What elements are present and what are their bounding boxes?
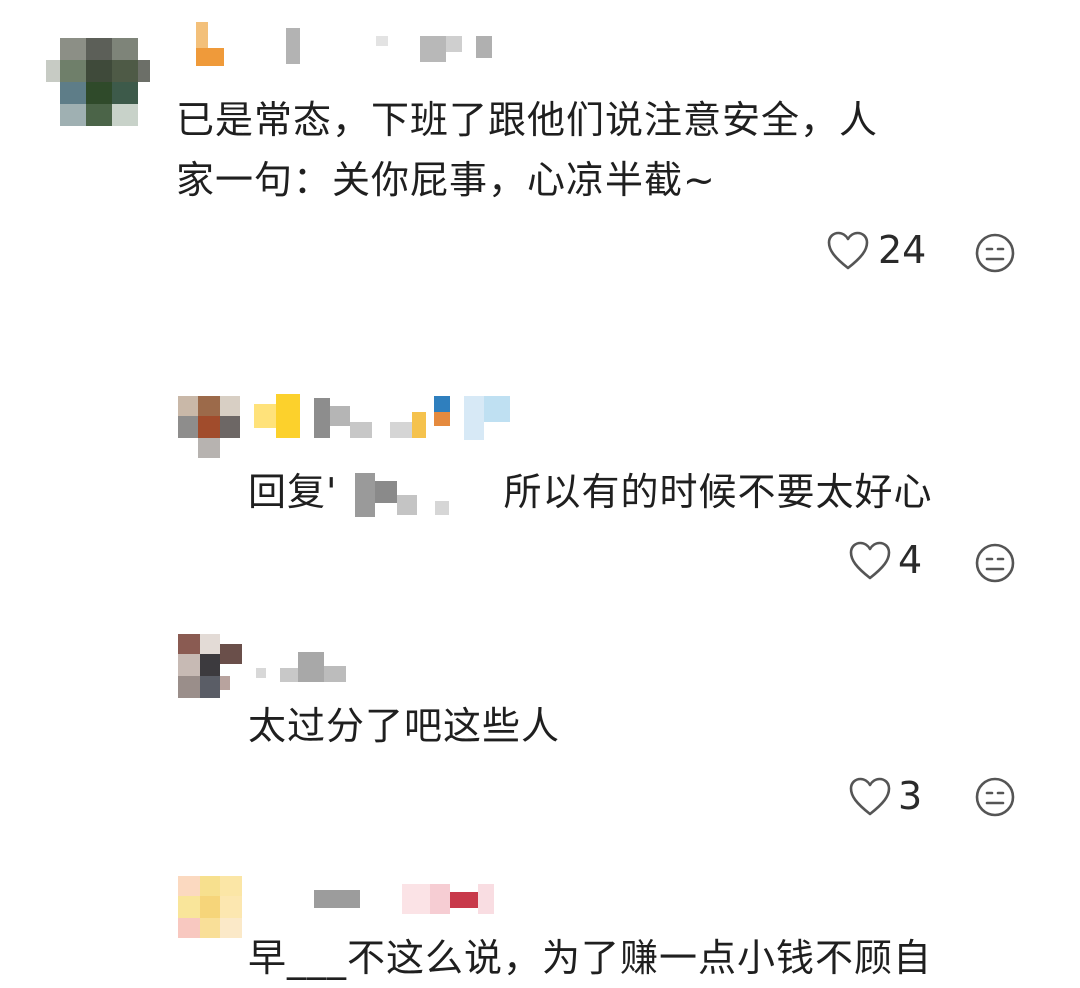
heart-outline-icon[interactable] bbox=[848, 540, 892, 582]
avatar[interactable] bbox=[178, 876, 242, 938]
heart-outline-icon[interactable] bbox=[848, 776, 892, 818]
comment-text-line-2: 家一句：关你屁事，心凉半截~ bbox=[176, 158, 716, 202]
avatar[interactable] bbox=[178, 634, 242, 698]
comment-text: 太过分了吧这些人 bbox=[248, 704, 561, 748]
like-count: 4 bbox=[898, 538, 923, 582]
avatar[interactable] bbox=[178, 396, 240, 458]
username[interactable] bbox=[190, 20, 510, 70]
heart-outline-icon[interactable] bbox=[826, 230, 870, 272]
like-count: 24 bbox=[878, 228, 927, 272]
expressionless-face-icon[interactable] bbox=[974, 776, 1016, 818]
username[interactable] bbox=[312, 880, 502, 920]
mentioned-username[interactable] bbox=[355, 472, 473, 517]
reply-text: 所以有的时候不要太好心 bbox=[503, 470, 933, 514]
reply-line: 回复' 所以有的时候不要太好心 bbox=[248, 462, 932, 522]
reply-prefix: 回复' bbox=[248, 470, 338, 514]
avatar[interactable] bbox=[46, 38, 150, 126]
like-count: 3 bbox=[898, 774, 923, 818]
expressionless-face-icon[interactable] bbox=[974, 232, 1016, 274]
comment-text: 早___不这么说，为了赚一点小钱不顾自 bbox=[248, 936, 933, 980]
comment-text-line-1: 已是常态，下班了跟他们说注意安全，人 bbox=[176, 98, 879, 142]
expressionless-face-icon[interactable] bbox=[974, 542, 1016, 584]
username[interactable] bbox=[250, 650, 350, 684]
username[interactable] bbox=[254, 394, 524, 442]
